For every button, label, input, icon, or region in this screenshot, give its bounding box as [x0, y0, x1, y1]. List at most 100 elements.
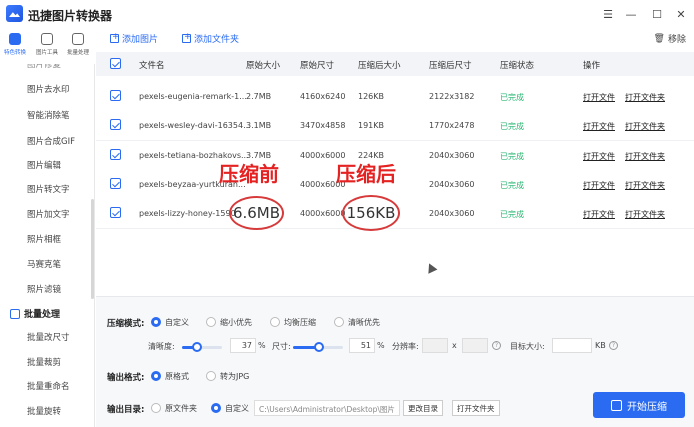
info-icon[interactable]: ?: [609, 341, 618, 350]
annotation-after-label: 压缩后: [336, 162, 396, 186]
column-header: 原始大小: [246, 61, 281, 71]
format-jpg-label[interactable]: 转为JPG: [220, 371, 249, 382]
sidebar-item[interactable]: 批量裁剪: [27, 356, 61, 368]
sidebar-item[interactable]: 图片转文字: [27, 183, 70, 195]
dir-custom-radio[interactable]: [211, 403, 221, 413]
open-file-link[interactable]: 打开文件: [583, 209, 615, 220]
sidebar-item[interactable]: 批量改尺寸: [27, 331, 70, 343]
sidebar-item[interactable]: 图片加文字: [27, 208, 70, 220]
clarity-slider-knob[interactable]: [191, 342, 202, 352]
mode-balanced-label[interactable]: 均衡压缩: [284, 317, 316, 328]
clarity-input[interactable]: 37: [230, 338, 256, 353]
sidebar-item-partial[interactable]: 图片修复: [27, 64, 61, 70]
format-original-radio[interactable]: [151, 371, 161, 381]
open-file-link[interactable]: 打开文件: [583, 92, 615, 103]
sidebar-section-batch[interactable]: 批量处理: [10, 307, 60, 320]
mode-custom-radio[interactable]: [151, 317, 161, 327]
original-size: 2.7MB: [246, 92, 272, 101]
status-done: 已完成: [500, 181, 524, 190]
sidebar-item[interactable]: 智能消除笔: [27, 109, 70, 121]
close-icon[interactable]: ✕: [670, 4, 692, 24]
rail-label: 图片工具: [35, 50, 58, 56]
sidebar-item[interactable]: 批量重命名: [27, 380, 70, 392]
open-folder-link[interactable]: 打开文件夹: [625, 209, 665, 220]
dir-original-radio[interactable]: [151, 403, 161, 413]
sidebar-item[interactable]: 图片编辑: [27, 159, 61, 171]
start-compress-button[interactable]: 开始压缩: [593, 392, 685, 418]
mode-small-radio[interactable]: [206, 317, 216, 327]
open-file-link[interactable]: 打开文件: [583, 151, 615, 162]
sidebar-item[interactable]: 照片相框: [27, 233, 61, 245]
mode-balanced-radio[interactable]: [270, 317, 280, 327]
sidebar-item[interactable]: 图片合成GIF: [27, 135, 75, 147]
change-dir-button[interactable]: 更改目录: [403, 400, 443, 416]
status-done: 已完成: [500, 93, 524, 102]
rail-batch[interactable]: 批量处理: [63, 32, 93, 62]
sidebar-item[interactable]: 批量旋转: [27, 405, 61, 417]
row-checkbox[interactable]: [110, 119, 121, 130]
target-size-input[interactable]: [552, 338, 592, 353]
column-header: 压缩后大小: [358, 61, 401, 71]
minimize-icon[interactable]: —: [620, 4, 642, 24]
open-file-link[interactable]: 打开文件: [583, 180, 615, 191]
compressed-size: 126KB: [358, 92, 385, 101]
menu-icon[interactable]: ☰: [597, 4, 619, 24]
sidebar-item[interactable]: 马赛克笔: [27, 258, 61, 270]
dir-custom-label[interactable]: 自定义: [225, 403, 249, 414]
add-folder-button[interactable]: 添加文件夹: [182, 32, 239, 45]
add-image-button[interactable]: 添加图片: [110, 32, 158, 45]
compressed-dimensions: 1770x2478: [429, 121, 475, 130]
clarity-slider[interactable]: [182, 342, 222, 352]
output-path-input[interactable]: C:\Users\Administrator\Desktop\图片: [254, 400, 400, 416]
maximize-icon[interactable]: ☐: [646, 4, 668, 24]
sidebar-item[interactable]: 图片去水印: [27, 83, 70, 95]
info-icon[interactable]: ?: [492, 341, 501, 350]
mode-clarity-radio[interactable]: [334, 317, 344, 327]
file-name: pexels-wesley-davi-16354...: [139, 121, 251, 130]
format-original-label[interactable]: 原格式: [165, 371, 189, 382]
resolution-width-input[interactable]: [422, 338, 448, 353]
target-size-label: 目标大小:: [510, 342, 545, 351]
open-folder-link[interactable]: 打开文件夹: [625, 180, 665, 191]
rail-feature-convert[interactable]: 特色转换: [0, 32, 30, 62]
table-row[interactable]: pexels-eugenia-remark-1... 2.7MB 4160x62…: [96, 82, 694, 112]
row-checkbox[interactable]: [110, 178, 121, 189]
add-image-icon: [110, 32, 120, 43]
remove-label: 移除: [667, 35, 686, 45]
resolution-label: 分辨率:: [392, 342, 419, 351]
size-slider[interactable]: [293, 342, 343, 352]
sidebar-scrollbar[interactable]: [91, 199, 94, 299]
size-input[interactable]: 51: [349, 338, 375, 353]
annotation-after-value: 156KB: [342, 195, 400, 231]
open-folder-button[interactable]: 打开文件夹: [452, 400, 500, 416]
mode-clarity-label[interactable]: 清晰优先: [348, 317, 380, 328]
row-checkbox[interactable]: [110, 149, 121, 160]
size-slider-knob[interactable]: [313, 342, 324, 352]
open-folder-link[interactable]: 打开文件夹: [625, 151, 665, 162]
mode-small-label[interactable]: 缩小优先: [220, 317, 252, 328]
add-folder-icon: [182, 32, 192, 43]
column-header: 文件名: [139, 61, 165, 71]
row-checkbox[interactable]: [110, 90, 121, 101]
open-file-link[interactable]: 打开文件: [583, 121, 615, 132]
toolbar: 添加图片 添加文件夹 🗑 移除: [96, 28, 694, 50]
mode-custom-label[interactable]: 自定义: [165, 317, 189, 328]
select-all-checkbox[interactable]: [110, 58, 121, 69]
open-folder-link[interactable]: 打开文件夹: [625, 92, 665, 103]
dir-original-label[interactable]: 原文件夹: [165, 403, 197, 414]
sidebar-item[interactable]: 照片滤镜: [27, 283, 61, 295]
row-checkbox[interactable]: [110, 207, 121, 218]
open-folder-link[interactable]: 打开文件夹: [625, 121, 665, 132]
column-header: 操作: [583, 61, 601, 71]
clarity-unit: %: [258, 341, 266, 350]
app-logo-icon: [6, 5, 23, 22]
resolution-height-input[interactable]: [462, 338, 488, 353]
table-row[interactable]: pexels-wesley-davi-16354... 3.1MB 3470x4…: [96, 111, 694, 141]
rail-image-tools[interactable]: 图片工具: [32, 32, 62, 62]
resolution-times: x: [452, 341, 457, 350]
section-label: 批量处理: [24, 310, 61, 320]
remove-button[interactable]: 🗑 移除: [654, 32, 686, 46]
size-label: 尺寸:: [272, 342, 291, 351]
format-jpg-radio[interactable]: [206, 371, 216, 381]
title-bar: 迅捷图片转换器 ☰ — ☐ ✕: [0, 0, 694, 28]
